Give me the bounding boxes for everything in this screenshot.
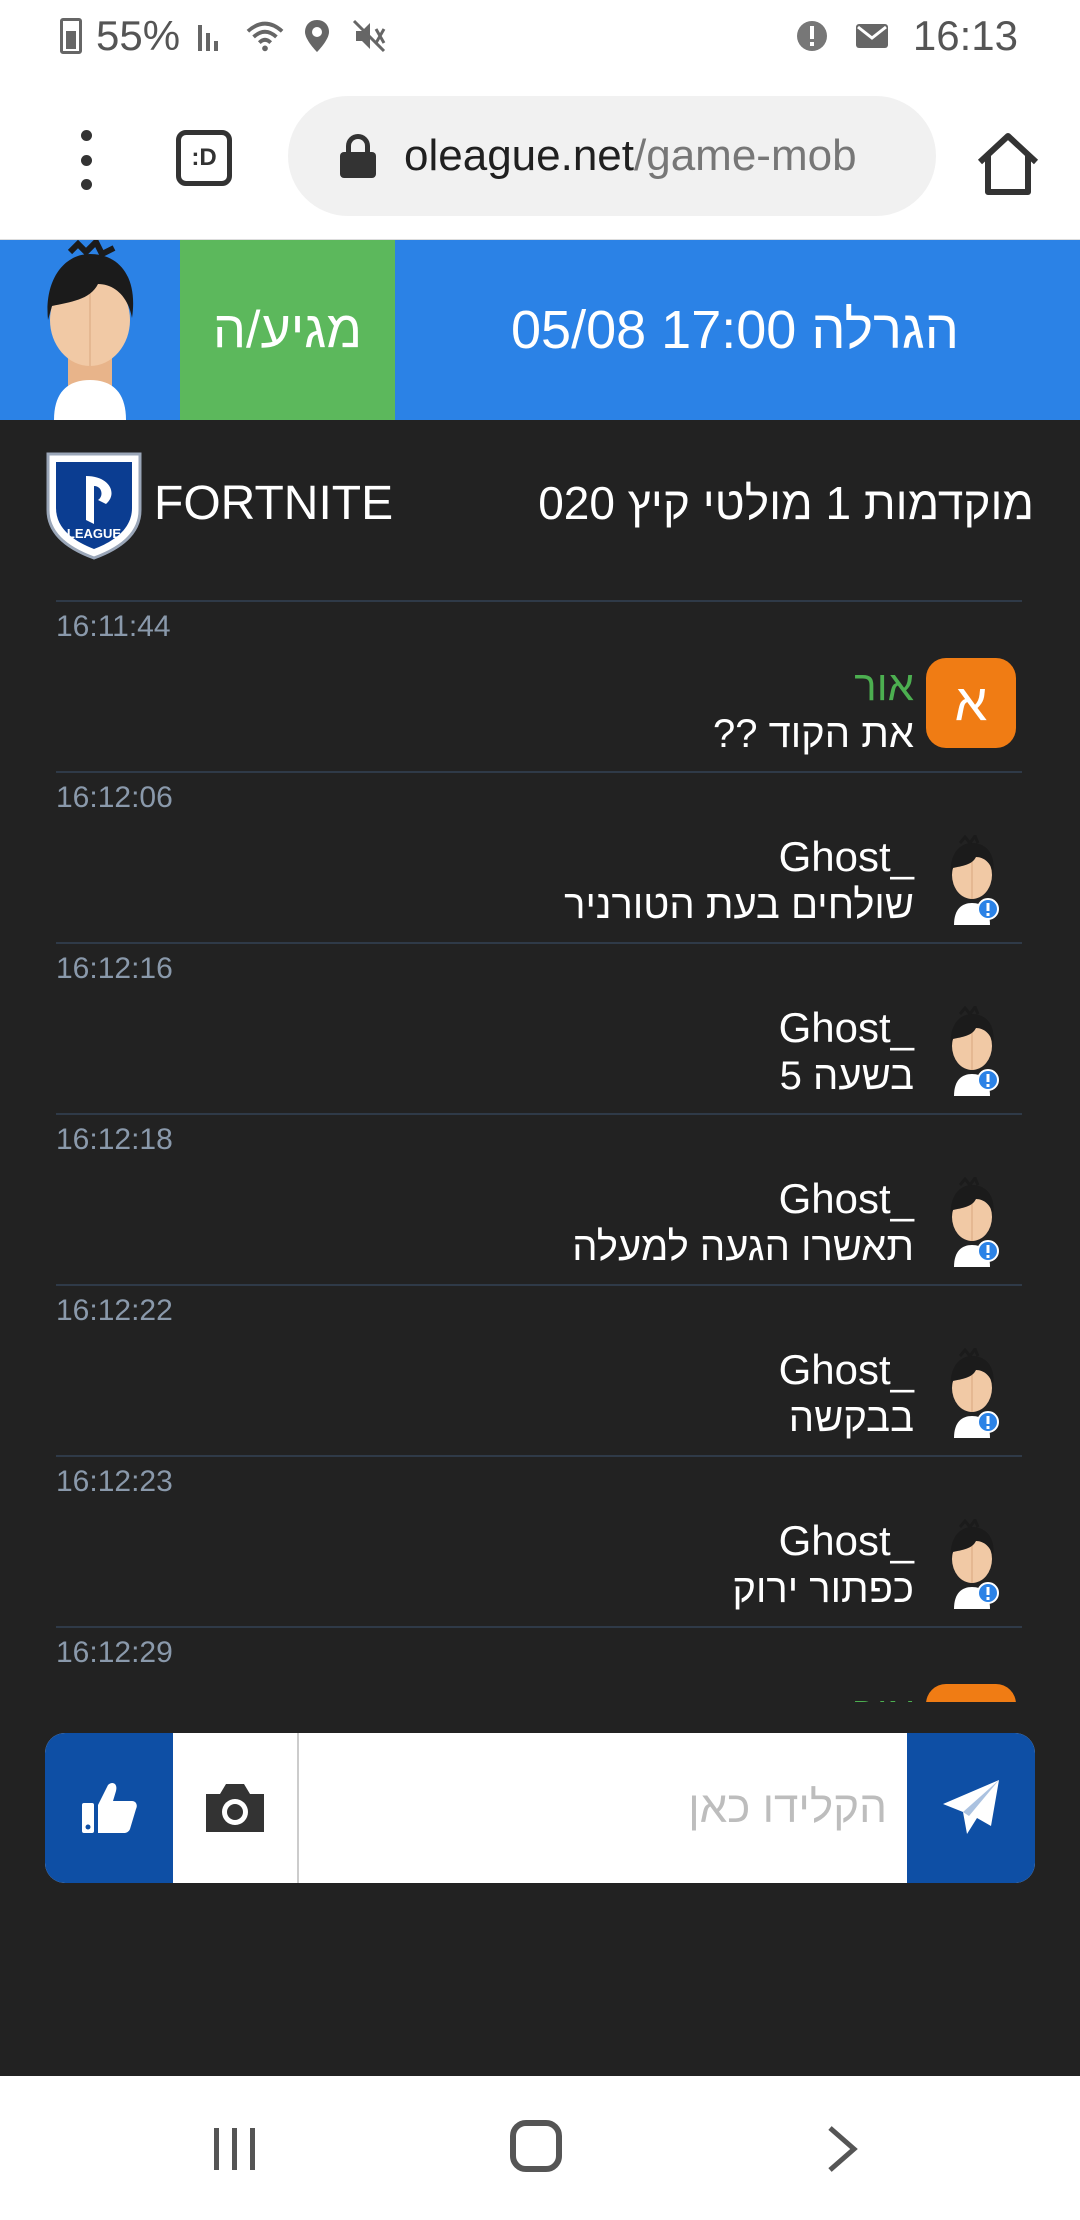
message-sender[interactable]: Ghost_: [779, 1004, 914, 1052]
message-time: 16:12:18: [56, 1123, 173, 1156]
menu-icon[interactable]: [66, 130, 106, 190]
url-text[interactable]: oleague.net/game-mob: [404, 131, 857, 181]
message-composer: [45, 1733, 1035, 1883]
lock-icon[interactable]: [338, 134, 378, 178]
message-text: בשעה 5: [779, 1054, 914, 1098]
wifi-icon: [246, 21, 284, 52]
system-nav-bar: [0, 2076, 1080, 2220]
thumbs-up-icon: [82, 1783, 137, 1833]
home-icon[interactable]: [510, 2120, 562, 2172]
message-text: כפתור ירוק: [732, 1567, 914, 1611]
recents-icon[interactable]: [210, 2124, 260, 2174]
message-sender[interactable]: Ghost_: [779, 1175, 914, 1223]
user-avatar-icon: [950, 1006, 999, 1096]
game-header: LEAGUE FORTNITE מוקדמות 1 מולטי קיץ 2020: [0, 420, 1080, 600]
camera-icon: [206, 1784, 264, 1832]
chat-message: 16:12:29 אור א: [56, 1626, 1022, 1702]
status-left: 55%: [60, 12, 388, 60]
message-time: 16:12:22: [56, 1294, 173, 1327]
url-path: /game-mob: [634, 131, 857, 180]
message-input[interactable]: [301, 1733, 907, 1883]
user-avatar-icon: [950, 1177, 999, 1267]
back-icon[interactable]: [822, 2124, 862, 2174]
arrive-button[interactable]: מגיע/ה: [180, 240, 395, 420]
league-logo-text: LEAGUE: [67, 526, 122, 541]
message-text: תאשרו הגעה למעלה: [572, 1225, 914, 1269]
url-host: oleague.net: [404, 131, 634, 180]
browser-toolbar: :D oleague.net/game-mob: [0, 72, 1080, 240]
battery-percent: 55%: [96, 12, 181, 59]
chat-message: 16:12:22 Ghost_ בבקשה: [56, 1284, 1022, 1455]
message-sender[interactable]: אור: [854, 1688, 914, 1702]
app-root: 55% 16:13 :D oleague.net/game-mob ! מגיע…: [0, 0, 1080, 2220]
location-icon: [305, 20, 330, 52]
game-name: FORTNITE: [154, 477, 394, 530]
like-button[interactable]: [45, 1733, 173, 1883]
battery-icon: [60, 18, 82, 54]
user-avatar[interactable]: !: [30, 240, 150, 420]
user-avatar-icon: [950, 835, 999, 925]
address-bar[interactable]: oleague.net/game-mob: [288, 96, 936, 216]
send-icon: [943, 1780, 999, 1834]
alert-icon: [796, 21, 827, 51]
status-bar: 55% 16:13: [0, 0, 1080, 72]
message-time: 16:12:29: [56, 1636, 173, 1669]
chat-message: 16:12:18 Ghost_ תאשרו הגעה למעלה: [56, 1113, 1022, 1284]
message-time: 16:12:16: [56, 952, 173, 985]
letter-avatar[interactable]: א: [926, 658, 1016, 748]
signal-icon: [198, 25, 219, 51]
message-text: שולחים בעת הטורניר: [564, 883, 914, 927]
user-avatar-icon: [950, 1519, 999, 1609]
message-text: בבקשה: [788, 1396, 914, 1440]
svg-text:!: !: [108, 388, 115, 418]
home-icon[interactable]: [972, 128, 1044, 200]
message-time: 16:12:23: [56, 1465, 173, 1498]
status-time: 16:13: [912, 12, 1018, 59]
league-logo: LEAGUE: [46, 452, 142, 560]
chat-message: 16:12:23 Ghost_ כפתור ירוק: [56, 1455, 1022, 1626]
mail-icon: [855, 24, 888, 48]
message-time: 16:11:44: [56, 610, 171, 643]
chat-message: 16:12:16 Ghost_ בשעה 5: [56, 942, 1022, 1113]
message-sender[interactable]: Ghost_: [779, 1346, 914, 1394]
event-header: ! מגיע/ה הגרלה 17:00 05/08: [0, 240, 1080, 420]
send-button[interactable]: [907, 1733, 1035, 1883]
user-avatar-icon: [950, 1348, 999, 1438]
letter-avatar[interactable]: א: [926, 1684, 1016, 1702]
tournament-name: מוקדמות 1 מולטי קיץ 2020: [540, 477, 1034, 529]
mute-icon: [353, 19, 386, 53]
message-sender[interactable]: Ghost_: [779, 833, 914, 881]
chat-messages[interactable]: 16:11:44 אור את הקוד ?? א 16:12:06 Ghost_ שולח…: [56, 600, 1022, 1702]
draw-time-text: הגרלה 17:00 05/08: [511, 300, 959, 360]
chat-message: 16:11:44 אור את הקוד ?? א: [56, 600, 1022, 771]
chat-message: 16:12:06 Ghost_ שולחים בעת הטורניר: [56, 771, 1022, 942]
status-right: 16:13: [793, 12, 1018, 60]
tabs-icon[interactable]: :D: [176, 130, 232, 186]
camera-button[interactable]: [173, 1733, 299, 1883]
message-text: את הקוד ??: [713, 712, 914, 756]
message-sender[interactable]: אור: [854, 662, 914, 710]
message-time: 16:12:06: [56, 781, 173, 814]
message-sender[interactable]: Ghost_: [779, 1517, 914, 1565]
